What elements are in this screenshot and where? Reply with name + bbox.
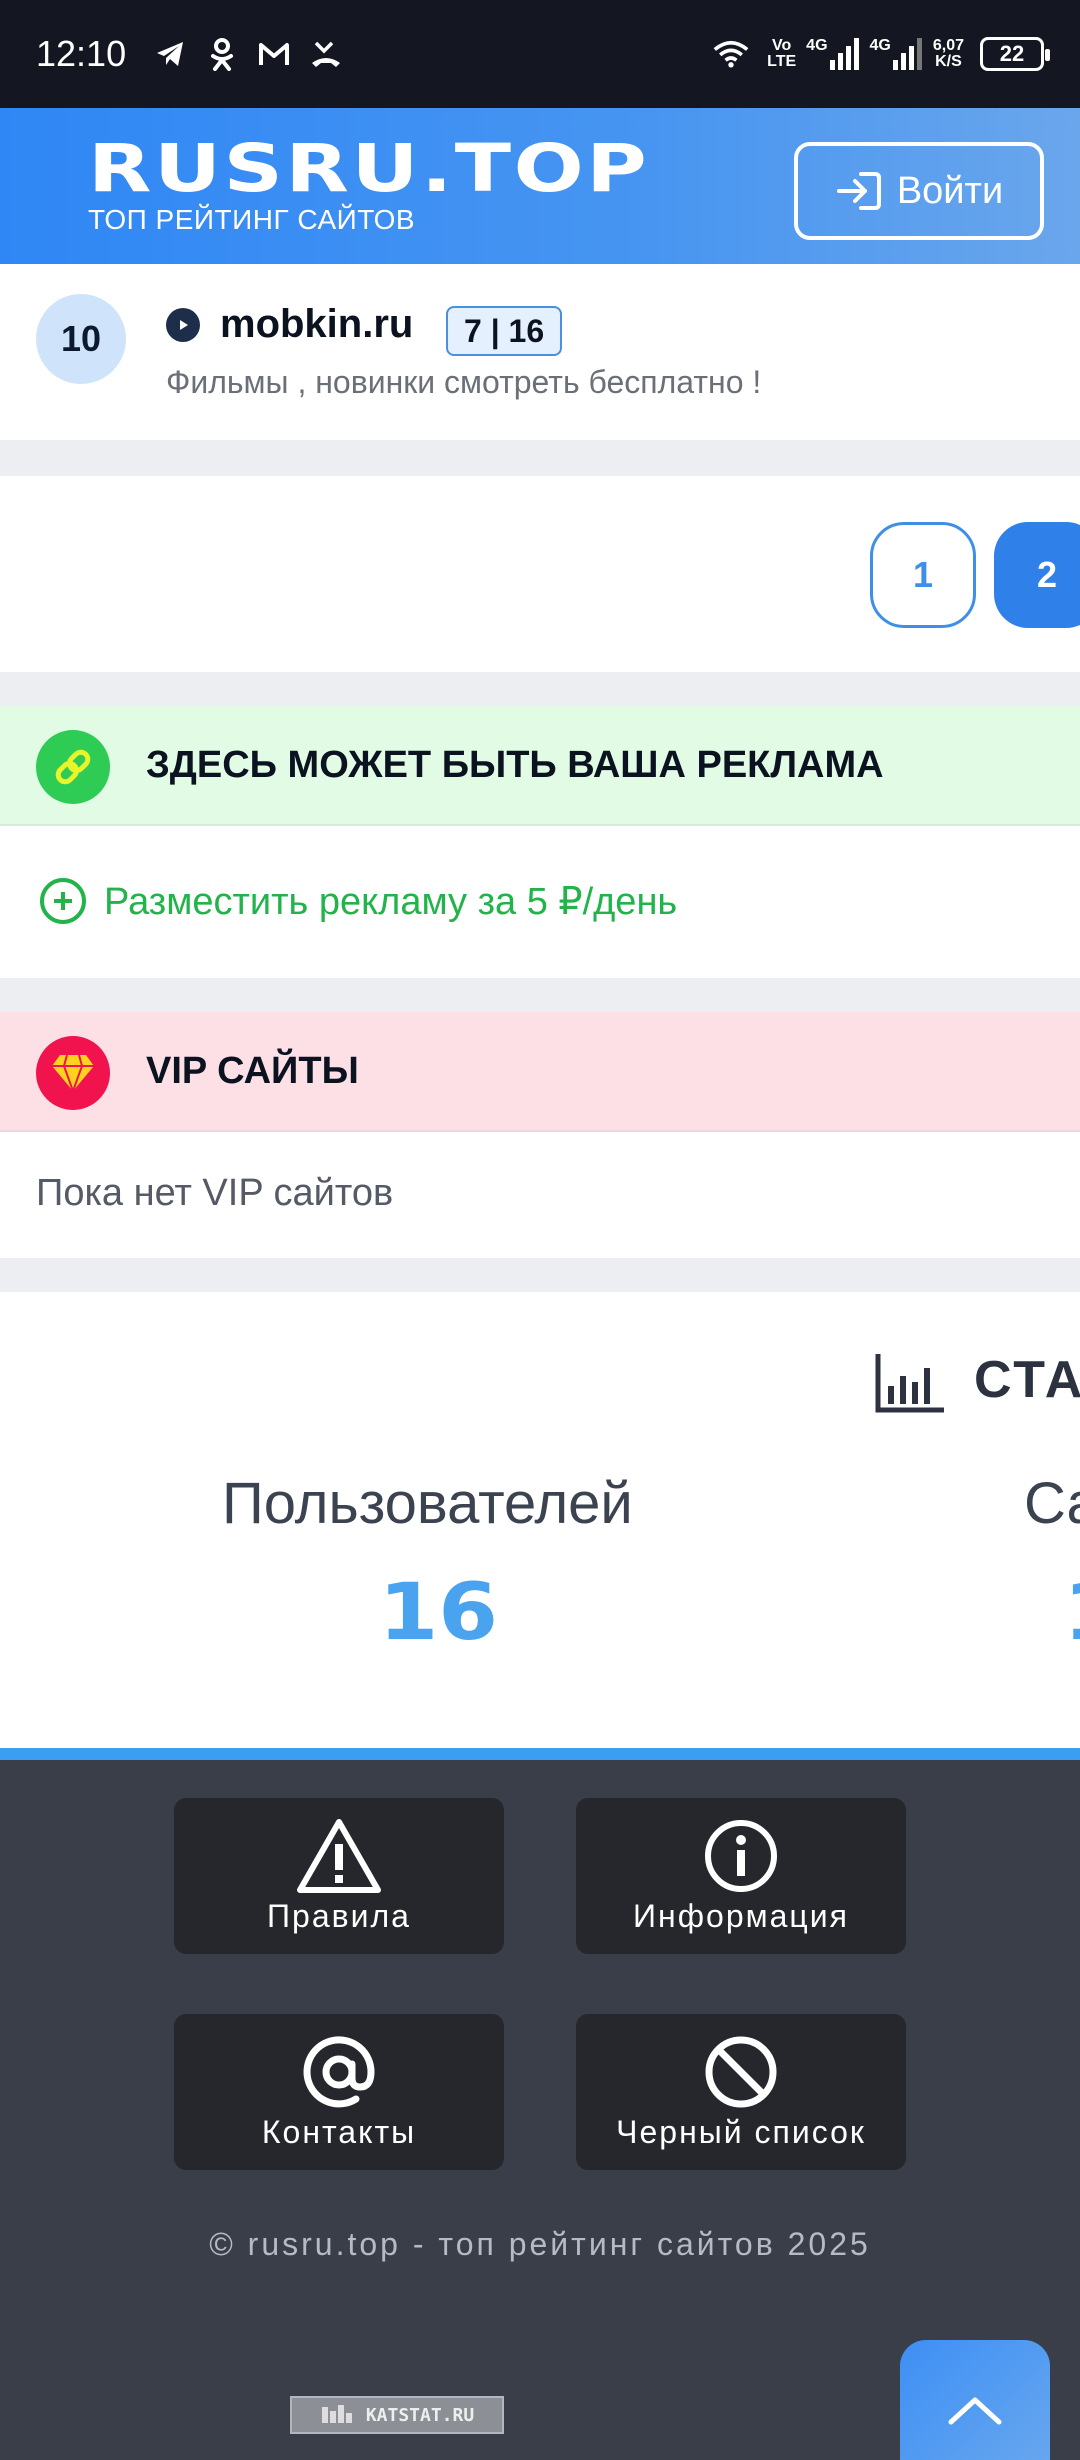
pagination: 1 2 <box>0 476 1080 672</box>
gmail-icon <box>256 36 292 72</box>
place-ad-label: Разместить рекламу за 5 ₽/день <box>104 880 678 923</box>
network-speed: 6,07 K/S <box>932 37 964 70</box>
contacts-label: Контакты <box>261 2113 417 2150</box>
link-icon <box>36 730 110 804</box>
site-name-link[interactable]: mobkin.ru <box>220 302 413 347</box>
rules-button[interactable]: Правила <box>174 1798 504 1954</box>
site-description: Фильмы , новинки смотреть бесплатно ! <box>166 364 762 400</box>
login-icon <box>836 172 881 210</box>
counter-label: KATSTAT.RU <box>365 2404 475 2426</box>
warning-icon <box>297 1818 381 1893</box>
volte-indicator: Vo LTE <box>767 37 797 70</box>
ad-section-title: ЗДЕСЬ МОЖЕТ БЫТЬ ВАША РЕКЛАМА <box>146 744 884 786</box>
copyright-text: © rusru.top - топ рейтинг сайтов 2025 <box>209 2226 871 2262</box>
katstat-counter-badge[interactable]: KATSTAT.RU <box>290 2396 504 2434</box>
info-button[interactable]: Информация <box>576 1798 906 1954</box>
page-button-1[interactable]: 1 <box>870 522 976 628</box>
stat-value-sites: 1 <box>1063 1568 1080 1658</box>
signal-2: 4G <box>870 38 923 70</box>
vip-section-header: VIP САЙТЫ <box>0 1012 1080 1132</box>
statistics-title: СТА <box>974 1351 1080 1409</box>
bar-chart-icon <box>874 1352 946 1419</box>
info-label: Информация <box>633 1897 849 1934</box>
odnoklassniki-icon <box>204 36 240 72</box>
signal-bars-icon <box>829 38 859 70</box>
ad-section-body: Разместить рекламу за 5 ₽/день <box>0 826 1080 978</box>
plus-circle-icon <box>40 878 86 924</box>
stat-label-users: Пользователей <box>222 1471 633 1536</box>
scroll-to-top-button[interactable] <box>900 2340 1050 2460</box>
signal-bars-icon <box>892 38 922 70</box>
diamond-icon <box>36 1036 110 1110</box>
counter-logo-icon <box>321 2405 352 2423</box>
clock: 12:10 <box>36 33 127 74</box>
ad-section-header: ЗДЕСЬ МОЖЕТ БЫТЬ ВАША РЕКЛАМА <box>0 706 1080 826</box>
signal-1: 4G <box>806 38 859 70</box>
at-sign-icon <box>303 2035 375 2107</box>
status-bar: 12:10 Vo LTE 4G 4G 6,07 K/S 22 <box>0 0 1080 108</box>
page-button-2-current[interactable]: 2 <box>994 522 1080 628</box>
site-stats-badge: 7 | 16 <box>446 306 563 356</box>
login-label: Войти <box>896 169 1004 212</box>
chevron-up-icon <box>948 2397 1002 2425</box>
battery-indicator: 22 <box>980 37 1050 71</box>
stat-value-users: 16 <box>378 1568 498 1658</box>
site-tagline: ТОП РЕЙТИНГ САЙТОВ <box>88 204 416 235</box>
contacts-button[interactable]: Контакты <box>174 2014 504 2170</box>
site-list-item[interactable]: 10 mobkin.ru 7 | 16 Фильмы , новинки смо… <box>0 264 1080 440</box>
vip-empty-text: Пока нет VIP сайтов <box>36 1172 394 1214</box>
missed-call-icon <box>308 36 344 72</box>
wifi-icon <box>713 36 749 72</box>
telegram-icon <box>152 36 188 72</box>
vip-section-title: VIP САЙТЫ <box>146 1050 359 1092</box>
vip-section-body: Пока нет VIP сайтов <box>0 1132 1080 1258</box>
site-logo[interactable]: RUSRU.TOP <box>88 136 649 202</box>
place-ad-link[interactable]: Разместить рекламу за 5 ₽/день <box>40 878 677 924</box>
stat-label-sites: Са <box>1024 1471 1080 1536</box>
login-button[interactable]: Войти <box>794 142 1044 240</box>
rank-badge: 10 <box>36 294 126 384</box>
site-header: RUSRU.TOP ТОП РЕЙТИНГ САЙТОВ Войти <box>0 108 1080 264</box>
site-favicon-icon <box>166 308 200 342</box>
blacklist-button[interactable]: Черный список <box>576 2014 906 2170</box>
statistics-section: СТА Пользователей 16 Са 1 <box>0 1292 1080 1752</box>
stats-divider <box>0 1748 1080 1760</box>
rules-label: Правила <box>267 1897 411 1934</box>
info-icon <box>705 1819 777 1892</box>
blacklist-label: Черный список <box>616 2113 866 2150</box>
block-icon <box>705 2036 777 2107</box>
